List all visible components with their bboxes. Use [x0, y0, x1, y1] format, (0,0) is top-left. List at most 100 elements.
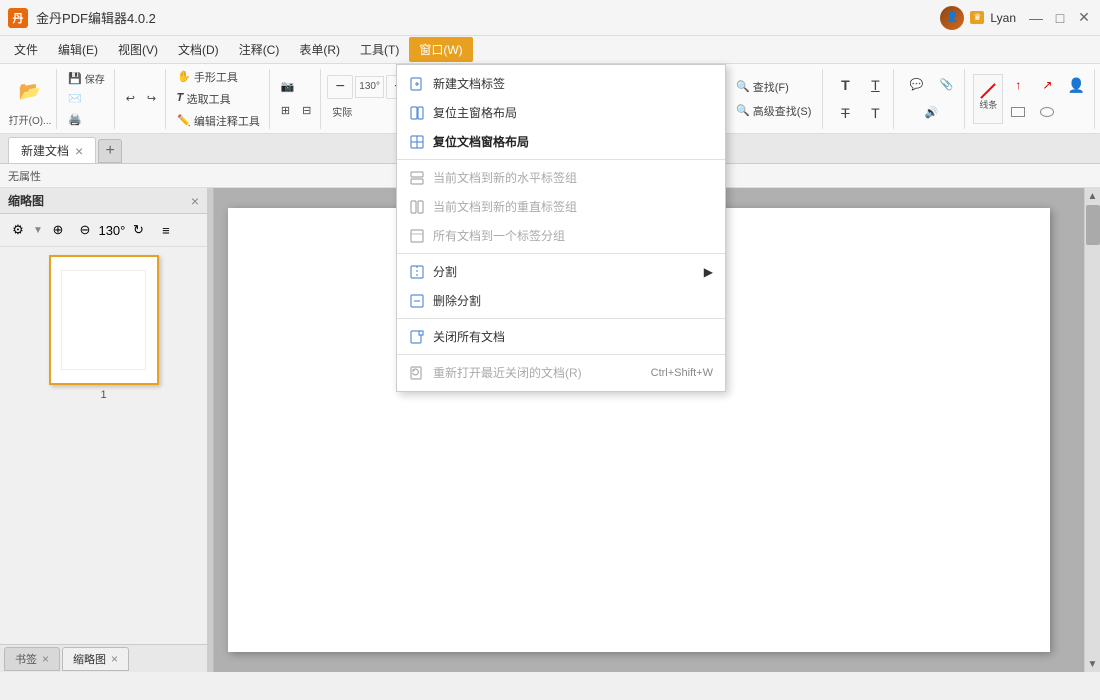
- menu-file[interactable]: 文件: [4, 37, 48, 62]
- resize-handle[interactable]: [208, 188, 214, 672]
- gear-icon: ⚙: [12, 222, 24, 238]
- zoom-out-button[interactable]: −: [327, 75, 353, 99]
- context-menu: 新建文档标签 复位主窗格布局 复位文档窗格布局: [396, 64, 726, 392]
- undo-button[interactable]: ↩: [121, 88, 140, 110]
- email-button[interactable]: ✉️: [63, 90, 110, 109]
- thumbnails-close-icon[interactable]: ×: [111, 652, 118, 666]
- text-highlight-button[interactable]: T: [861, 100, 889, 126]
- current-tab[interactable]: 新建文档 ×: [8, 137, 96, 163]
- menu-form[interactable]: 表单(R): [289, 37, 350, 62]
- arrow-diag-button[interactable]: ↗: [1033, 72, 1061, 98]
- minimize-button[interactable]: —: [1028, 10, 1044, 26]
- text-edit2-button[interactable]: T: [861, 72, 889, 98]
- cm-move-h-label: 当前文档到新的水平标签组: [433, 169, 713, 186]
- line-button[interactable]: 线条: [973, 74, 1003, 124]
- scrollbar-thumb[interactable]: [1086, 205, 1100, 245]
- text-strikethrough-button[interactable]: T: [831, 100, 859, 126]
- menu-view[interactable]: 视图(V): [108, 37, 168, 62]
- scroll-down-button[interactable]: ▼: [1085, 656, 1100, 672]
- person-icon-button[interactable]: 👤: [1062, 72, 1090, 98]
- oval-icon: [1040, 107, 1054, 117]
- cm-merge-label: 所有文档到一个标签分组: [433, 227, 713, 244]
- advanced-search-icon: 🔍: [736, 104, 750, 117]
- bookmarks-label: 书签: [15, 651, 37, 667]
- cm-reopen-label: 重新打开最近关闭的文档(R): [433, 364, 643, 381]
- cm-reopen-shortcut: Ctrl+Shift+W: [651, 367, 713, 379]
- cm-new-tab[interactable]: 新建文档标签: [397, 69, 725, 98]
- cm-remove-split[interactable]: 删除分割: [397, 286, 725, 315]
- redo-button[interactable]: ↪: [142, 88, 161, 110]
- rotate-cw-button[interactable]: 130°: [100, 218, 124, 242]
- scroll-up-button[interactable]: ▲: [1085, 188, 1100, 204]
- thumbnail-page-1[interactable]: 1: [49, 255, 159, 401]
- open-label[interactable]: 打开(O)...: [9, 112, 52, 127]
- cm-reset-doc[interactable]: 复位文档窗格布局: [397, 127, 725, 156]
- cm-reopen: 重新打开最近关闭的文档(R) Ctrl+Shift+W: [397, 358, 725, 387]
- zoom-in-panel-button[interactable]: ⊕: [46, 218, 70, 242]
- cm-split[interactable]: 分割 ▶: [397, 257, 725, 286]
- menu-edit[interactable]: 编辑(E): [48, 37, 108, 62]
- cm-separator-1: [397, 159, 725, 160]
- panel-title: 缩略图: [8, 192, 44, 209]
- cm-move-v-icon: [409, 199, 425, 215]
- panel-close-button[interactable]: ×: [191, 193, 199, 209]
- more-btn2[interactable]: ⊟: [297, 100, 316, 122]
- arrow-up-button[interactable]: ↑: [1004, 72, 1032, 98]
- window-controls: — □ ✕: [1028, 10, 1092, 26]
- app-title: 金丹PDF编辑器4.0.2: [36, 8, 156, 27]
- more-icon2: ⊟: [302, 104, 311, 117]
- redo-icon: ↪: [147, 92, 156, 105]
- vertical-scrollbar[interactable]: ▲ ▼: [1084, 188, 1100, 672]
- oval-button[interactable]: [1033, 99, 1061, 125]
- add-tab-button[interactable]: +: [98, 139, 122, 163]
- text-strikethrough-icon: T: [841, 105, 850, 121]
- snapshot-button[interactable]: 📷: [276, 76, 316, 98]
- callout-icon: 💬: [910, 78, 924, 91]
- tab-close-icon[interactable]: ×: [75, 144, 83, 158]
- panel-tools: ⚙ ▼ ⊕ ⊖ 130° ↺ ≡: [0, 214, 207, 247]
- menu-tools[interactable]: 工具(T): [350, 37, 409, 62]
- speaker-icon: 🔊: [925, 106, 939, 119]
- menu-window[interactable]: 窗口(W): [409, 37, 472, 62]
- bookmarks-tab[interactable]: 书签 ×: [4, 647, 60, 671]
- close-button[interactable]: ✕: [1076, 10, 1092, 26]
- more-btn1[interactable]: ⊞: [276, 100, 295, 122]
- callout-button[interactable]: 💬: [902, 72, 930, 98]
- chevron-down-icon: ≡: [162, 223, 170, 238]
- speaker-button[interactable]: 🔊: [917, 100, 945, 126]
- undo-icon: ↩: [126, 92, 135, 105]
- cm-split-icon: [409, 264, 425, 280]
- rect-button[interactable]: [1004, 99, 1032, 125]
- rotate-ccw-button[interactable]: ↺: [127, 218, 151, 242]
- advanced-find-button[interactable]: 🔍 高级查找(S): [731, 100, 816, 122]
- select-tool-button[interactable]: 𝑻 选取工具: [172, 89, 265, 109]
- text-bold-button[interactable]: T: [831, 72, 859, 98]
- panel-settings-button[interactable]: ⚙: [6, 218, 30, 242]
- bookmarks-close-icon[interactable]: ×: [42, 652, 49, 666]
- more-icon1: ⊞: [281, 104, 290, 117]
- expand-button[interactable]: ≡: [154, 218, 178, 242]
- user-info: 👤 ♛ Lyan: [940, 6, 1016, 30]
- edit-note-button[interactable]: ✏️ 编辑注释工具: [172, 111, 265, 131]
- thumbnails-tab[interactable]: 缩略图 ×: [62, 647, 129, 671]
- print-button[interactable]: 🖨️: [63, 110, 110, 129]
- menu-document[interactable]: 文档(D): [168, 37, 229, 62]
- left-panel: 缩略图 × ⚙ ▼ ⊕ ⊖ 130° ↺ ≡ 1 书签 ×: [0, 188, 208, 672]
- panel-header: 缩略图 ×: [0, 188, 207, 214]
- cm-reset-main[interactable]: 复位主窗格布局: [397, 98, 725, 127]
- edit-note-label: 编辑注释工具: [194, 113, 260, 129]
- cm-separator-4: [397, 354, 725, 355]
- print-icon: 🖨️: [68, 113, 82, 126]
- rotate-cw-icon: 130°: [98, 223, 125, 238]
- cm-close-all[interactable]: 关闭所有文档: [397, 322, 725, 351]
- save-button[interactable]: 💾保存: [63, 69, 110, 88]
- select-label: 选取工具: [187, 91, 231, 107]
- find-button[interactable]: 🔍 查找(F): [731, 76, 816, 98]
- menu-comment[interactable]: 注释(C): [229, 37, 290, 62]
- attachment-button[interactable]: 📎: [932, 72, 960, 98]
- hand-tool-button[interactable]: ✋ 手形工具: [172, 67, 265, 87]
- open-folder-button[interactable]: 📂: [8, 71, 52, 111]
- maximize-button[interactable]: □: [1052, 10, 1068, 26]
- zoom-out-panel-button[interactable]: ⊖: [73, 218, 97, 242]
- hand-label: 手形工具: [194, 69, 238, 85]
